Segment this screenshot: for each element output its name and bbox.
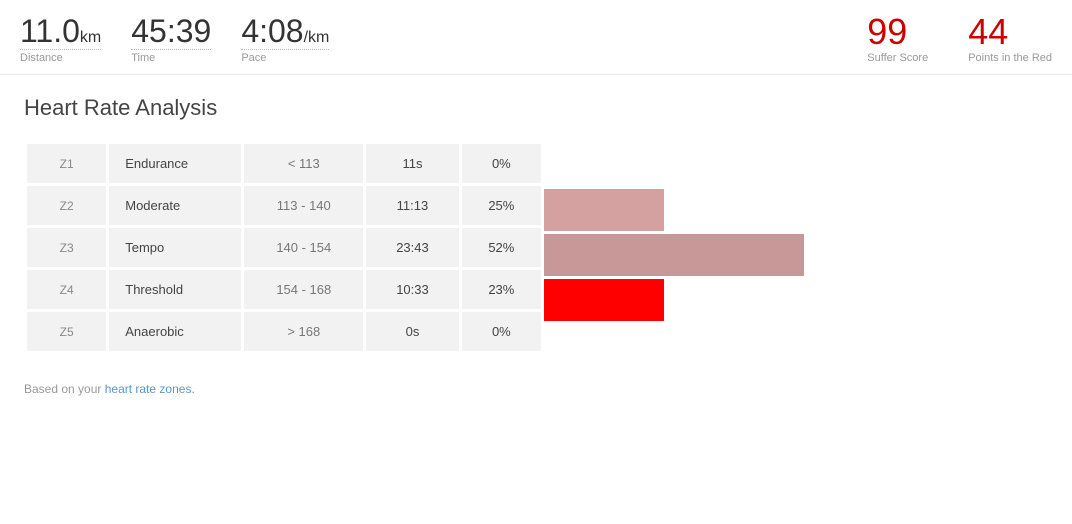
table-row: Z4 Threshold 154 - 168 10:33 23% bbox=[27, 270, 541, 309]
zone-percent: 23% bbox=[462, 270, 541, 309]
points-in-red-value: 44 bbox=[968, 14, 1008, 50]
points-in-red-stat: 44 Points in the Red bbox=[968, 14, 1052, 64]
zone-range: < 113 bbox=[244, 144, 363, 183]
bar-z2 bbox=[544, 189, 664, 231]
stats-right: 99 Suffer Score 44 Points in the Red bbox=[867, 14, 1052, 64]
zone-range: 140 - 154 bbox=[244, 228, 363, 267]
zone-time: 0s bbox=[366, 312, 458, 351]
distance-unit: km bbox=[80, 29, 101, 46]
bar-z4 bbox=[544, 279, 664, 321]
bar-row bbox=[544, 234, 804, 276]
heart-rate-zones-link[interactable]: heart rate zones. bbox=[105, 382, 195, 396]
suffer-score-value: 99 bbox=[867, 14, 907, 50]
zone-name: Anaerobic bbox=[109, 312, 241, 351]
table-row: Z5 Anaerobic > 168 0s 0% bbox=[27, 312, 541, 351]
table-row: Z2 Moderate 113 - 140 11:13 25% bbox=[27, 186, 541, 225]
zone-percent: 0% bbox=[462, 312, 541, 351]
zone-id: Z3 bbox=[27, 228, 106, 267]
points-in-red-label: Points in the Red bbox=[968, 52, 1052, 64]
bar-row bbox=[544, 279, 804, 321]
zone-percent: 25% bbox=[462, 186, 541, 225]
zone-name: Tempo bbox=[109, 228, 241, 267]
pace-number: 4:08 bbox=[241, 13, 303, 49]
time-value: 45:39 bbox=[131, 15, 211, 47]
bar-z3 bbox=[544, 234, 804, 276]
pace-unit: /km bbox=[304, 29, 330, 46]
distance-stat: 11.0km Distance bbox=[20, 15, 101, 64]
zone-time: 23:43 bbox=[366, 228, 458, 267]
zone-time: 10:33 bbox=[366, 270, 458, 309]
distance-label: Distance bbox=[20, 49, 101, 64]
zone-name: Moderate bbox=[109, 186, 241, 225]
zone-range: 154 - 168 bbox=[244, 270, 363, 309]
zone-percent: 0% bbox=[462, 144, 541, 183]
zone-id: Z1 bbox=[27, 144, 106, 183]
zone-id: Z4 bbox=[27, 270, 106, 309]
pace-label: Pace bbox=[241, 49, 329, 64]
bar-chart-area bbox=[544, 141, 804, 366]
pace-value: 4:08/km bbox=[241, 15, 329, 47]
footer-note: Based on your heart rate zones. bbox=[24, 382, 1048, 396]
bar-row bbox=[544, 144, 804, 186]
main-content: Heart Rate Analysis Z1 Endurance < 113 1… bbox=[0, 75, 1072, 416]
table-row: Z1 Endurance < 113 11s 0% bbox=[27, 144, 541, 183]
suffer-score-label: Suffer Score bbox=[867, 52, 928, 64]
distance-number: 11.0 bbox=[20, 13, 80, 49]
suffer-score-stat: 99 Suffer Score bbox=[867, 14, 928, 64]
zone-name: Threshold bbox=[109, 270, 241, 309]
time-stat: 45:39 Time bbox=[131, 15, 211, 64]
footer-text: Based on your bbox=[24, 382, 105, 396]
bar-row bbox=[544, 189, 804, 231]
zone-id: Z2 bbox=[27, 186, 106, 225]
pace-stat: 4:08/km Pace bbox=[241, 15, 329, 64]
time-label: Time bbox=[131, 49, 211, 64]
table-row: Z3 Tempo 140 - 154 23:43 52% bbox=[27, 228, 541, 267]
zone-percent: 52% bbox=[462, 228, 541, 267]
hr-zones-table: Z1 Endurance < 113 11s 0% Z2 Moderate 11… bbox=[24, 141, 544, 354]
zone-range: 113 - 140 bbox=[244, 186, 363, 225]
stats-header: 11.0km Distance 45:39 Time 4:08/km Pace … bbox=[0, 0, 1072, 75]
zone-range: > 168 bbox=[244, 312, 363, 351]
zone-time: 11s bbox=[366, 144, 458, 183]
zone-id: Z5 bbox=[27, 312, 106, 351]
zone-name: Endurance bbox=[109, 144, 241, 183]
distance-value: 11.0km bbox=[20, 15, 101, 47]
bar-row bbox=[544, 324, 804, 366]
hr-table-container: Z1 Endurance < 113 11s 0% Z2 Moderate 11… bbox=[24, 141, 1048, 366]
zone-time: 11:13 bbox=[366, 186, 458, 225]
section-title: Heart Rate Analysis bbox=[24, 95, 1048, 121]
